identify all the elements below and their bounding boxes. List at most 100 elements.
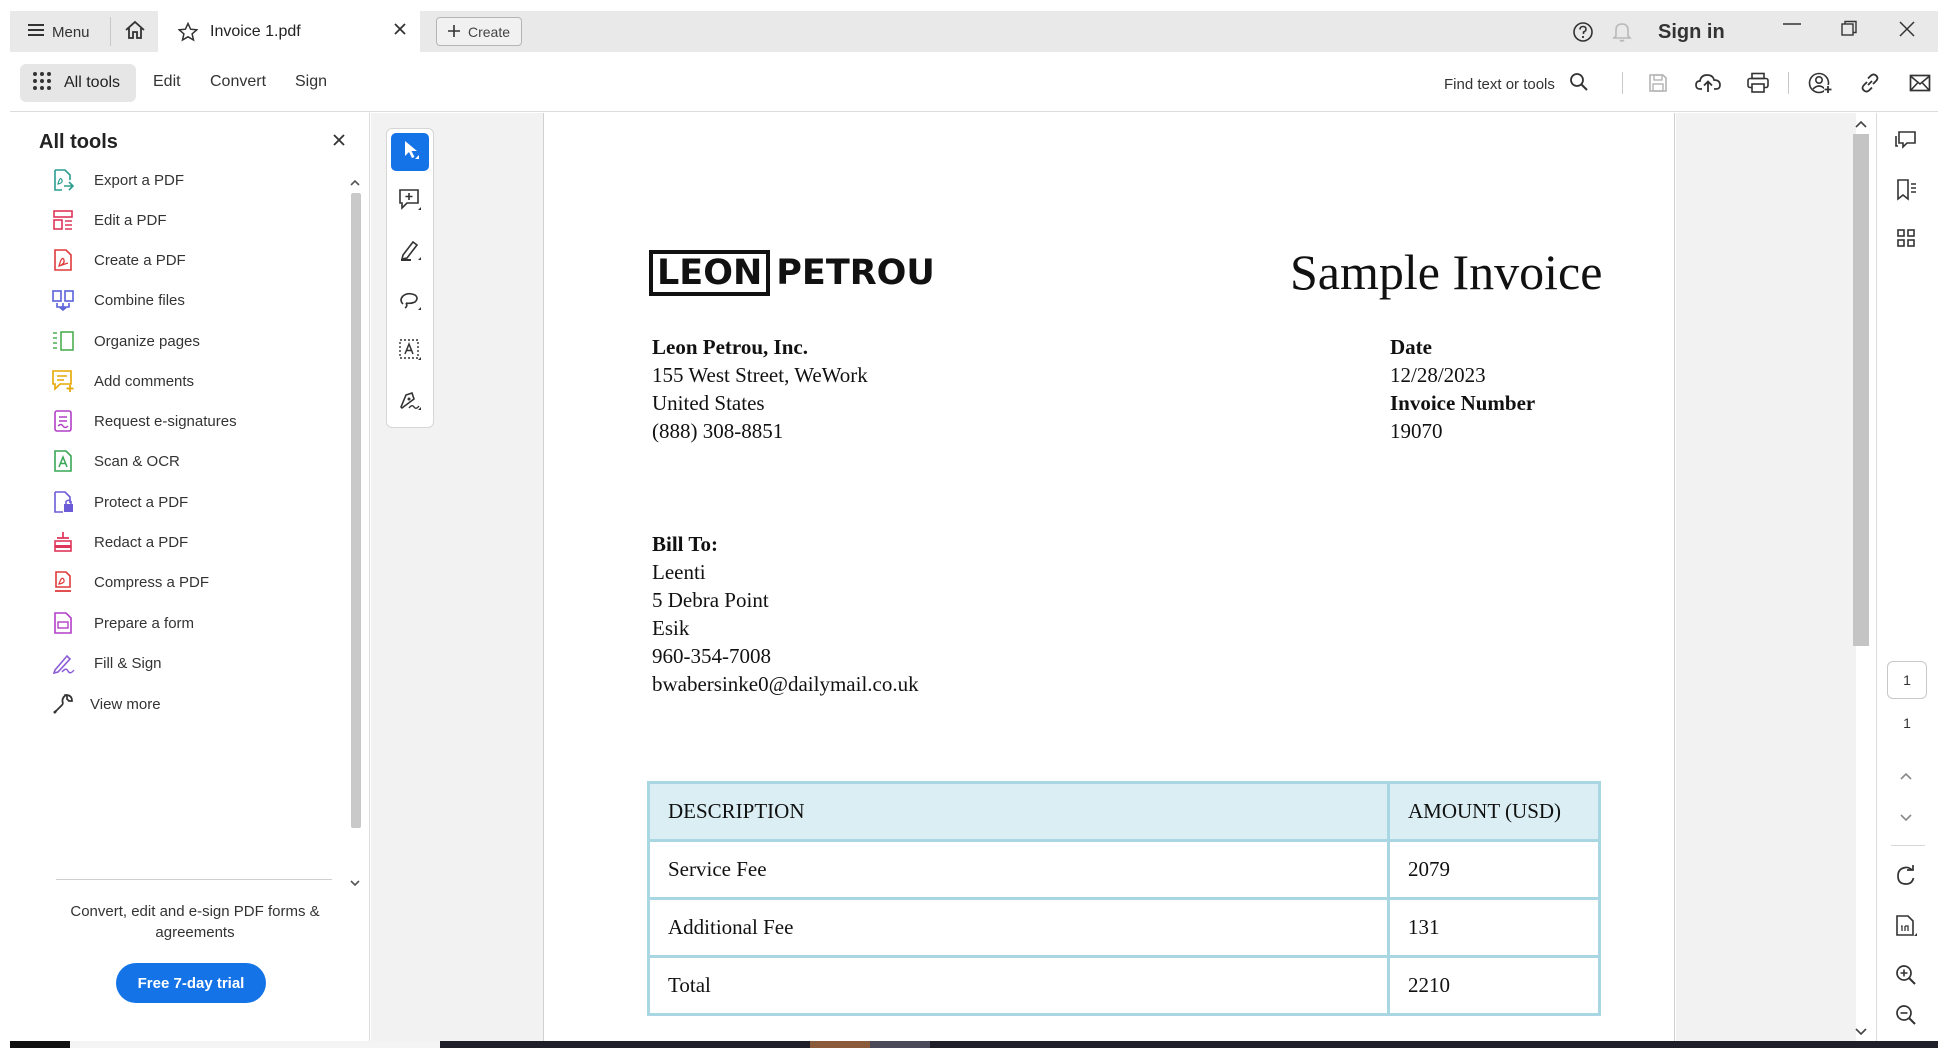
tool-protect-pdf[interactable]: Protect a PDF: [50, 488, 188, 516]
previous-page-icon[interactable]: [1891, 761, 1921, 791]
scroll-up-icon[interactable]: [349, 175, 361, 193]
sign-menu[interactable]: Sign: [295, 73, 327, 91]
tool-redact-pdf[interactable]: Redact a PDF: [50, 528, 188, 556]
sign-in-link[interactable]: Sign in: [1658, 21, 1725, 44]
page-fit-icon[interactable]: [1891, 911, 1921, 941]
star-icon[interactable]: [178, 21, 198, 42]
find-text-or-tools[interactable]: Find text or tools: [1444, 72, 1589, 96]
phone-number: (888) 308-8851: [652, 419, 784, 443]
highlight-tool-button[interactable]: [391, 233, 429, 271]
panel-title: All tools: [39, 131, 118, 153]
organize-pages-icon: [50, 328, 76, 354]
close-tab-icon[interactable]: [392, 21, 408, 42]
tool-label: Redact a PDF: [94, 533, 189, 551]
search-icon: [1569, 72, 1589, 96]
notifications-bell-icon[interactable]: [1612, 21, 1632, 48]
tool-label: Protect a PDF: [94, 493, 189, 511]
home-button[interactable]: [120, 18, 150, 46]
date-label: Date: [1390, 335, 1432, 359]
tool-prepare-form[interactable]: Prepare a form: [50, 609, 194, 637]
zoom-in-icon[interactable]: [1891, 960, 1921, 990]
restore-window-icon[interactable]: [1840, 20, 1858, 43]
share-user-icon[interactable]: [1805, 68, 1835, 98]
bill-city: Esik: [652, 616, 690, 640]
promo-text: Convert, edit and e-sign PDF forms & agr…: [70, 903, 320, 941]
add-comments-icon: [50, 368, 76, 394]
link-icon[interactable]: [1855, 68, 1885, 98]
canvas-background: [1676, 113, 1856, 1048]
next-page-icon[interactable]: [1891, 803, 1921, 833]
scroll-down-icon[interactable]: [349, 875, 361, 893]
taskbar-segment: [10, 1041, 70, 1048]
text-box-tool-button[interactable]: [391, 333, 429, 371]
tool-request-esignatures[interactable]: Request e-signatures: [50, 407, 237, 435]
quick-tools-bar: [386, 128, 434, 428]
all-tools-button[interactable]: All tools: [20, 64, 136, 102]
tool-edit-pdf[interactable]: Edit a PDF: [50, 206, 167, 234]
help-icon[interactable]: [1572, 21, 1594, 48]
tool-label: Create a PDF: [94, 251, 186, 269]
zoom-out-icon[interactable]: [1891, 1000, 1921, 1030]
edit-pdf-icon: [50, 207, 76, 233]
sign-tool-button[interactable]: [391, 383, 429, 421]
protect-pdf-icon: [50, 489, 76, 515]
close-panel-icon[interactable]: [332, 133, 346, 152]
table-row: Total 2210: [647, 955, 1601, 1016]
tool-label: Combine files: [94, 291, 185, 309]
upload-cloud-icon[interactable]: [1693, 68, 1723, 98]
add-comment-tool-button[interactable]: [391, 183, 429, 221]
convert-menu[interactable]: Convert: [210, 73, 266, 91]
edit-menu[interactable]: Edit: [153, 73, 181, 91]
thumbnails-grid-icon[interactable]: [1891, 223, 1921, 253]
bill-phone: 960-354-7008: [652, 644, 771, 668]
bookmarks-icon[interactable]: [1891, 175, 1921, 205]
combine-files-icon: [50, 287, 76, 313]
divider: [1788, 72, 1789, 94]
tool-label: Compress a PDF: [94, 573, 210, 591]
rotate-icon[interactable]: [1891, 861, 1921, 891]
tool-view-more[interactable]: View more: [50, 690, 161, 718]
panel-scroll-thumb[interactable]: [351, 193, 361, 828]
minimize-icon[interactable]: [1782, 23, 1802, 42]
tool-organize-pages[interactable]: Organize pages: [50, 327, 200, 355]
save-icon[interactable]: [1643, 68, 1673, 98]
email-icon[interactable]: [1905, 68, 1935, 98]
company-name: Leon Petrou, Inc.: [652, 335, 808, 359]
cursor-arrow-icon: [400, 139, 420, 166]
pen-nib-icon: [398, 388, 422, 417]
draw-tool-button[interactable]: [391, 283, 429, 321]
main-toolbar: All tools Edit Convert Sign Find text or…: [10, 52, 1938, 112]
scroll-up-icon[interactable]: [1854, 116, 1868, 134]
close-window-icon[interactable]: [1898, 20, 1916, 43]
find-label: Find text or tools: [1444, 75, 1555, 93]
current-page-input[interactable]: 1: [1887, 661, 1927, 699]
logo-left-text: LEON: [649, 250, 771, 296]
scroll-down-icon[interactable]: [1854, 1024, 1868, 1042]
comments-panel-icon[interactable]: [1891, 125, 1921, 155]
document-scroll-thumb[interactable]: [1853, 134, 1869, 646]
total-pages: 1: [1903, 715, 1911, 731]
tool-label: Fill & Sign: [94, 654, 162, 672]
all-tools-label: All tools: [64, 74, 121, 91]
title-bar: Menu Invoice 1.pdf Create Sign in: [10, 11, 1938, 52]
tool-create-pdf[interactable]: Create a PDF: [50, 246, 186, 274]
tool-combine-files[interactable]: Combine files: [50, 286, 185, 314]
tool-add-comments[interactable]: Add comments: [50, 367, 194, 395]
compress-pdf-icon: [50, 569, 76, 595]
free-trial-button[interactable]: Free 7-day trial: [116, 963, 266, 1003]
print-icon[interactable]: [1743, 68, 1773, 98]
invoice-title: Sample Invoice: [1290, 244, 1603, 300]
menu-button[interactable]: Menu: [28, 21, 90, 43]
comment-plus-icon: [398, 188, 422, 217]
request-esignatures-icon: [50, 408, 76, 434]
tool-export-pdf[interactable]: Export a PDF: [50, 166, 184, 194]
select-tool-button[interactable]: [391, 133, 429, 171]
tab-invoice[interactable]: Invoice 1.pdf: [158, 11, 420, 52]
table-row: Service Fee 2079: [647, 839, 1601, 900]
tool-label: View more: [90, 695, 161, 713]
tool-compress-pdf[interactable]: Compress a PDF: [50, 568, 209, 596]
tool-scan-ocr[interactable]: Scan & OCR: [50, 447, 180, 475]
tool-fill-sign[interactable]: Fill & Sign: [50, 649, 162, 677]
create-button[interactable]: Create: [436, 17, 522, 46]
taskbar-segment: [870, 1041, 930, 1048]
